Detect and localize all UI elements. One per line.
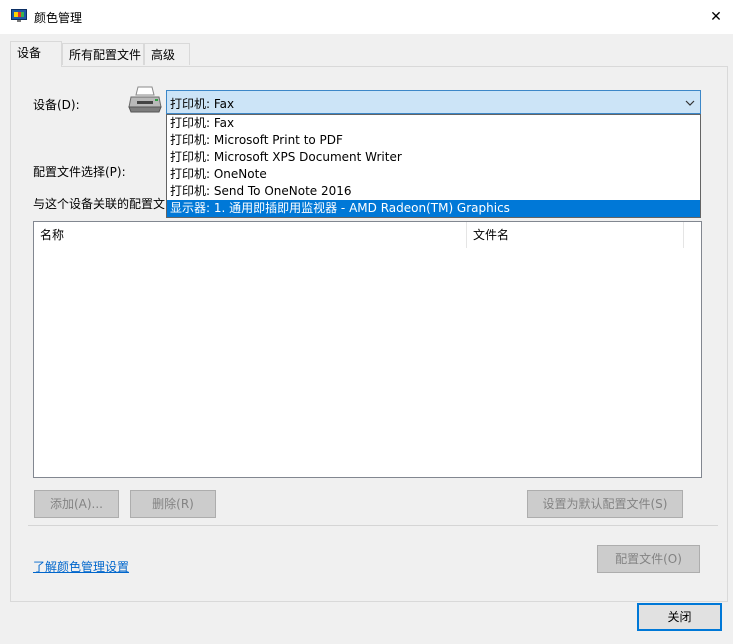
remove-button[interactable]: 删除(R): [130, 490, 216, 518]
device-option-highlighted[interactable]: 显示器: 1. 通用即插即用监视器 - AMD Radeon(TM) Graph…: [167, 200, 700, 217]
column-header-label: 文件名: [473, 228, 510, 242]
add-button[interactable]: 添加(A)...: [34, 490, 119, 518]
tab-device[interactable]: 设备: [10, 41, 62, 67]
device-combobox[interactable]: 打印机: Fax: [166, 90, 701, 114]
monitor-color-icon: [11, 9, 27, 23]
set-default-button[interactable]: 设置为默认配置文件(S): [527, 490, 683, 518]
device-dropdown-list: 打印机: Fax 打印机: Microsoft Print to PDF 打印机…: [166, 114, 701, 218]
close-window-button[interactable]: ✕: [699, 0, 733, 34]
tab-label: 设备: [17, 46, 42, 60]
column-header-filename[interactable]: 文件名: [467, 222, 683, 248]
device-option[interactable]: 打印机: Microsoft XPS Document Writer: [167, 149, 700, 166]
printer-icon: [128, 85, 162, 115]
tab-label: 所有配置文件: [69, 48, 142, 62]
learn-color-settings-link[interactable]: 了解颜色管理设置: [33, 558, 129, 575]
device-option[interactable]: 打印机: OneNote: [167, 166, 700, 183]
profiles-button[interactable]: 配置文件(O): [597, 545, 700, 573]
column-header-label: 名称: [40, 228, 65, 242]
close-button[interactable]: 关闭: [637, 603, 722, 631]
profile-selection-label: 配置文件选择(P):: [33, 165, 126, 179]
device-label: 设备(D):: [33, 98, 80, 112]
close-icon: ✕: [710, 9, 722, 25]
window-title: 颜色管理: [34, 11, 83, 25]
tab-label: 高级: [151, 48, 176, 62]
column-divider[interactable]: [683, 222, 684, 248]
device-option[interactable]: 打印机: Microsoft Print to PDF: [167, 132, 700, 149]
title-bar: 颜色管理 ✕: [0, 0, 733, 34]
device-option[interactable]: 打印机: Fax: [167, 115, 700, 132]
profiles-listview[interactable]: 名称 文件名: [33, 221, 702, 478]
tab-advanced[interactable]: 高级: [144, 43, 190, 65]
associated-profiles-label: 与这个设备关联的配置文: [33, 197, 166, 211]
divider: [28, 525, 718, 526]
column-header-name[interactable]: 名称: [34, 222, 466, 248]
chevron-down-icon: [685, 97, 695, 107]
device-selected-value: 打印机: Fax: [170, 97, 235, 111]
device-option[interactable]: 打印机: Send To OneNote 2016: [167, 183, 700, 200]
tab-all-profiles[interactable]: 所有配置文件: [62, 43, 144, 65]
